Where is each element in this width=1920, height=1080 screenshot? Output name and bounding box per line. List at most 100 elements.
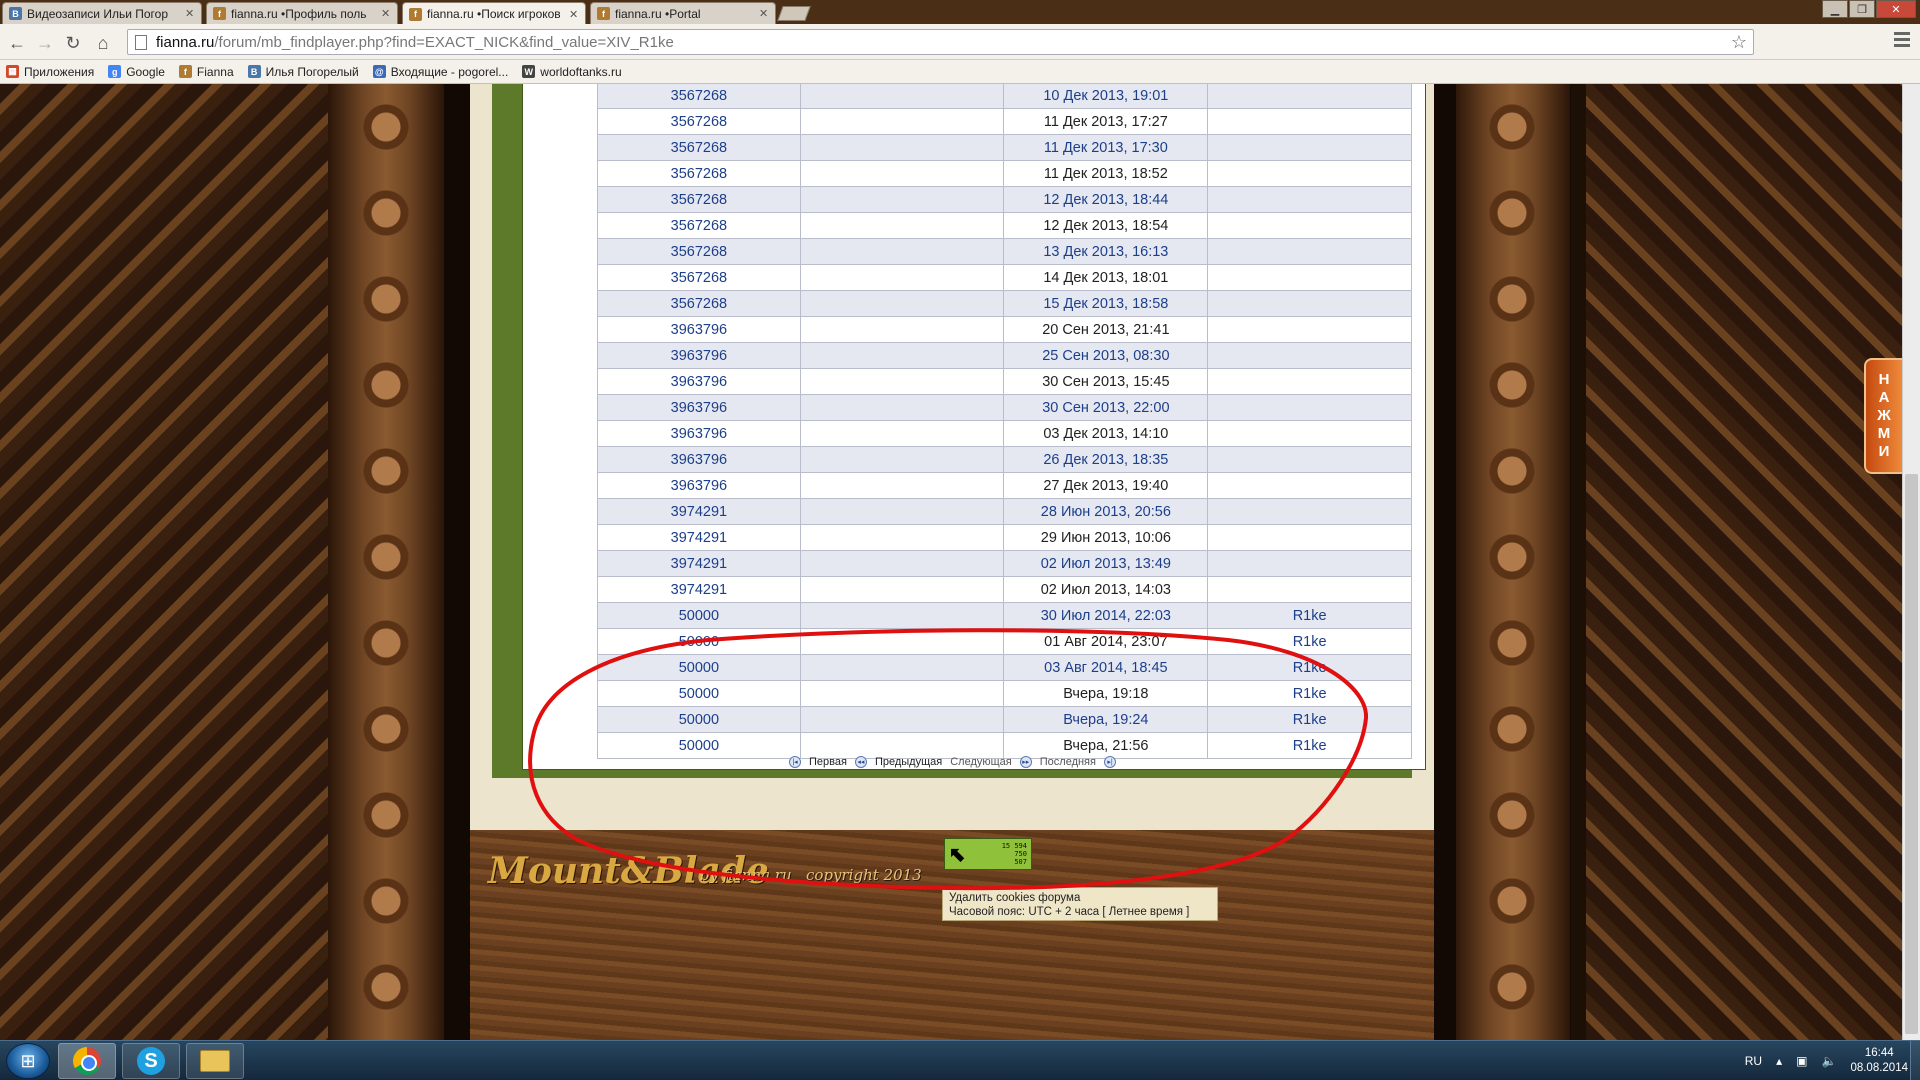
browser-tab[interactable]: f fianna.ru •Portal ✕ (590, 2, 776, 24)
counter-line: 15 594 (1001, 842, 1027, 850)
table-row: 50000 Вчера, 19:24 R1ke (597, 706, 1412, 733)
browser-tab[interactable]: f fianna.ru •Поиск игроков ✕ (402, 2, 586, 25)
minimize-button[interactable]: ▁ (1822, 0, 1848, 18)
nick-cell[interactable]: R1ke (1207, 654, 1412, 681)
player-id-cell[interactable]: 50000 (597, 706, 801, 733)
reload-button[interactable]: ↻ (62, 32, 84, 54)
player-id-cell[interactable]: 3567268 (597, 238, 801, 265)
player-id-cell[interactable]: 3567268 (597, 186, 801, 213)
bookmark-item[interactable]: g Google (108, 65, 165, 79)
restore-button[interactable]: ❐ (1849, 0, 1875, 18)
back-button[interactable]: ← (6, 32, 28, 54)
player-id-cell[interactable]: 3963796 (597, 446, 801, 473)
mail-icon: @ (372, 65, 386, 78)
bookmark-label: Илья Погорелый (265, 64, 359, 79)
google-icon: g (108, 65, 122, 78)
player-id-cell[interactable]: 3567268 (597, 84, 801, 109)
show-desktop-button[interactable] (1910, 1041, 1920, 1080)
tray-arrow-icon[interactable]: ▴ (1776, 1054, 1782, 1068)
player-id-cell[interactable]: 3974291 (597, 524, 801, 551)
player-id-cell[interactable]: 50000 (597, 602, 801, 629)
empty-cell (799, 368, 1005, 395)
player-id-cell[interactable]: 50000 (597, 732, 801, 759)
player-id-cell[interactable]: 3963796 (597, 368, 801, 395)
bookmark-label: Fianna (196, 64, 234, 79)
close-tab-icon[interactable]: ✕ (569, 8, 579, 21)
first-page-icon[interactable]: |◂ (789, 756, 801, 768)
side-tab-letter: Ж (1877, 407, 1891, 424)
language-indicator[interactable]: RU (1745, 1054, 1762, 1068)
bookmark-star-icon[interactable]: ☆ (1731, 32, 1747, 53)
browser-tab[interactable]: f fianna.ru •Профиль поль ✕ (206, 2, 398, 24)
pager-prev[interactable]: Предыдущая (875, 756, 942, 768)
nick-cell[interactable]: R1ke (1207, 680, 1412, 707)
url-host: fianna.ru (156, 33, 215, 51)
apps-icon: ▦ (6, 65, 19, 78)
close-tab-icon[interactable]: ✕ (759, 7, 769, 20)
player-id-cell[interactable]: 3567268 (597, 264, 801, 291)
player-id-cell[interactable]: 3963796 (597, 316, 801, 343)
bookmark-item[interactable]: f Fianna (178, 64, 234, 79)
bookmark-item[interactable]: ▦ Приложения (6, 65, 94, 79)
player-id-cell[interactable]: 3567268 (597, 290, 801, 317)
bookmark-item[interactable]: @ Входящие - pogorel... (372, 65, 508, 79)
bookmark-item[interactable]: B Илья Погорелый (247, 64, 359, 79)
date-cell: 15 Дек 2013, 18:58 (1003, 290, 1209, 317)
nick-cell[interactable]: R1ke (1207, 628, 1412, 655)
clock[interactable]: 16:44 08.08.2014 (1850, 1046, 1908, 1076)
side-feedback-tab[interactable]: НАЖМИ (1864, 358, 1902, 474)
page-scrollbar[interactable] (1902, 84, 1920, 1040)
start-button[interactable]: ⊞ (6, 1043, 50, 1079)
bookmark-item[interactable]: Wworldoftanks.ru (522, 65, 622, 79)
nick-cell[interactable]: R1ke (1207, 706, 1412, 733)
player-id-cell[interactable]: 3963796 (597, 420, 801, 447)
nick-cell (1207, 316, 1412, 343)
player-id-cell[interactable]: 3567268 (597, 160, 801, 187)
nick-cell[interactable]: R1ke (1207, 732, 1412, 759)
player-id-cell[interactable]: 3974291 (597, 576, 801, 603)
home-button[interactable]: ⌂ (92, 32, 114, 54)
player-id-cell[interactable]: 3963796 (597, 342, 801, 369)
player-id-cell[interactable]: 50000 (597, 628, 801, 655)
delete-cookies-link[interactable]: Удалить cookies форума (949, 891, 1211, 905)
last-page-icon[interactable]: ▸| (1103, 756, 1116, 768)
pager-last[interactable]: Последняя (1040, 756, 1096, 768)
player-id-cell[interactable]: 3963796 (597, 394, 801, 421)
pager-next[interactable]: Следующая (950, 756, 1012, 768)
date-cell: 03 Дек 2013, 14:10 (1003, 420, 1209, 447)
taskbar-skype[interactable]: S (122, 1043, 180, 1079)
player-id-cell[interactable]: 3567268 (597, 134, 801, 161)
network-icon[interactable]: ▣ (1796, 1054, 1807, 1068)
close-tab-icon[interactable]: ✕ (185, 7, 195, 20)
browser-menu-icon[interactable] (1894, 32, 1910, 48)
logo-copyright: copyright 2013 (806, 866, 922, 884)
close-window-button[interactable]: ✕ (1876, 0, 1916, 18)
scrollbar-thumb[interactable] (1905, 474, 1918, 1034)
player-id-cell[interactable]: 50000 (597, 680, 801, 707)
address-bar[interactable]: fianna.ru/forum/mb_findplayer.php?find=E… (127, 29, 1754, 55)
visit-counter[interactable]: ⬉ 15 594 750 507 (944, 838, 1032, 870)
taskbar-explorer[interactable] (186, 1043, 244, 1079)
next-page-icon[interactable]: ▸▸ (1019, 756, 1032, 768)
table-row: 3963796 30 Сен 2013, 22:00 (597, 394, 1412, 421)
nick-cell[interactable]: R1ke (1207, 602, 1412, 629)
side-tab-letter: М (1877, 425, 1891, 442)
player-id-cell[interactable]: 3963796 (597, 472, 801, 499)
table-row: 3567268 11 Дек 2013, 18:52 (597, 160, 1412, 187)
close-tab-icon[interactable]: ✕ (381, 7, 391, 20)
empty-cell (799, 576, 1005, 603)
player-id-cell[interactable]: 3567268 (597, 108, 801, 135)
volume-icon[interactable]: 🔈 (1821, 1054, 1836, 1068)
player-id-cell[interactable]: 3974291 (597, 498, 801, 525)
nick-cell (1207, 446, 1412, 473)
prev-page-icon[interactable]: ◂◂ (854, 756, 867, 768)
player-id-cell[interactable]: 50000 (597, 654, 801, 681)
forward-button[interactable]: → (34, 32, 56, 54)
new-tab-button[interactable] (777, 6, 811, 21)
taskbar-chrome[interactable] (58, 1043, 116, 1079)
pager-first[interactable]: Первая (809, 756, 847, 768)
browser-tab[interactable]: B Видеозаписи Ильи Погор ✕ (2, 2, 202, 24)
player-id-cell[interactable]: 3567268 (597, 212, 801, 239)
player-id-cell[interactable]: 3974291 (597, 550, 801, 577)
windows-taskbar: ⊞ S RU ▴ ▣ 🔈 16:44 08.08.2014 (0, 1040, 1920, 1080)
